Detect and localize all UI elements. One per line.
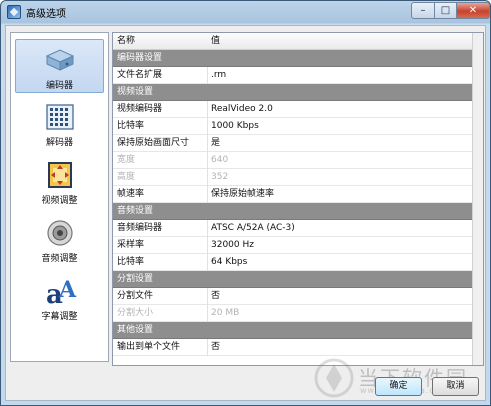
column-divider [207,305,208,322]
property-name: 采样率 [117,240,145,250]
property-row[interactable]: 文件名扩展 .rm [113,67,473,84]
group-header-row: 编码器设置 [113,50,473,67]
column-header-value[interactable]: 值 [211,33,220,50]
column-divider [207,169,208,186]
group-header-row: 分割设置 [113,271,473,288]
group-header-row: 音频设置 [113,203,473,220]
subtitle-adjust-icon: a A [46,277,77,307]
group-header-row: 视频设置 [113,84,473,101]
property-value[interactable]: RealVideo 2.0 [211,101,273,118]
ok-button[interactable]: 确定 [375,377,422,396]
video-adjust-icon [47,162,72,188]
group-label: 音频设置 [117,206,154,216]
group-label: 分割设置 [117,274,154,284]
category-sidebar: 编码器 解码器 视频调整 音频调整 a A 字幕调整 [10,32,109,362]
group-header-row: 其他设置 [113,322,473,339]
property-value[interactable]: 保持原始帧速率 [211,186,274,203]
property-value: 352 [211,172,229,182]
property-name: 分割文件 [117,291,154,301]
property-row[interactable]: 帧速率 保持原始帧速率 [113,186,473,203]
property-row[interactable]: 音频编码器 ATSC A/52A (AC-3) [113,220,473,237]
table-header-row: 名称 值 [113,33,473,50]
property-row[interactable]: 视频编码器 RealVideo 2.0 [113,101,473,118]
property-row[interactable]: 比特率 64 Kbps [113,254,473,271]
title-bar[interactable]: 高级选项 – □ ✕ [1,1,490,23]
column-divider [207,220,208,237]
property-value[interactable]: 否 [211,288,220,305]
property-grid: 名称值编码器设置 文件名扩展 .rm 视频设置 视频编码器 RealVideo 2.0 比特… [112,32,484,366]
group-label: 其他设置 [117,325,154,335]
property-value: 640 [211,155,229,165]
column-divider [207,152,208,169]
sidebar-item-encoder[interactable]: 编码器 [15,39,104,93]
encoder-icon [45,49,74,71]
property-name: 输出到单个文件 [117,342,181,352]
column-divider [207,118,208,135]
property-value[interactable]: ATSC A/52A (AC-3) [211,220,295,237]
property-name: 保持原始画面尺寸 [117,138,190,148]
column-divider [207,186,208,203]
property-name: 文件名扩展 [117,70,163,80]
sidebar-item-audio-adjust[interactable]: 音频调整 [15,213,104,267]
sidebar-item-subtitle-adjust[interactable]: a A 字幕调整 [15,271,104,325]
property-row[interactable]: 采样率 32000 Hz [113,237,473,254]
property-value[interactable]: 是 [211,135,220,152]
vertical-scrollbar[interactable] [472,33,483,365]
property-row[interactable]: 输出到单个文件 否 [113,339,473,356]
property-value[interactable]: 1000 Kbps [211,118,259,135]
sidebar-item-label: 音频调整 [41,254,78,264]
property-name: 高度 [117,172,136,182]
group-label: 编码器设置 [117,53,163,63]
property-row: 宽度 640 [113,152,473,169]
advanced-options-window: 高级选项 – □ ✕ 编码器 解码器 视频调整 音频调整 a A 字幕调整 名称… [0,0,491,406]
group-label: 视频设置 [117,87,154,97]
column-divider [207,135,208,152]
property-value[interactable]: 32000 Hz [211,237,254,254]
property-row[interactable]: 保持原始画面尺寸 是 [113,135,473,152]
property-value[interactable]: .rm [211,67,226,84]
property-name: 音频编码器 [117,223,163,233]
property-row: 分割大小 20 MB [113,305,473,322]
property-row: 高度 352 [113,169,473,186]
column-header-name[interactable]: 名称 [117,33,135,50]
app-icon [7,5,21,19]
property-name: 宽度 [117,155,136,165]
property-value[interactable]: 否 [211,339,220,356]
decoder-icon [45,104,74,130]
sidebar-item-label: 字幕调整 [41,312,78,322]
window-title: 高级选项 [26,9,66,20]
sidebar-item-label: 视频调整 [41,196,78,206]
column-divider [207,339,208,356]
sidebar-item-label: 编码器 [45,81,73,91]
column-divider [207,237,208,254]
audio-adjust-icon [46,220,73,246]
property-name: 视频编码器 [117,104,163,114]
property-row[interactable]: 比特率 1000 Kbps [113,118,473,135]
sidebar-item-video-adjust[interactable]: 视频调整 [15,155,104,209]
sidebar-item-label: 解码器 [45,138,73,148]
sidebar-item-decoder[interactable]: 解码器 [15,97,104,151]
property-name: 帧速率 [117,189,145,199]
column-divider [207,67,208,84]
property-row[interactable]: 分割文件 否 [113,288,473,305]
property-name: 比特率 [117,257,145,267]
close-button[interactable]: ✕ [456,2,490,19]
column-divider [207,254,208,271]
property-name: 比特率 [117,121,145,131]
property-value[interactable]: 64 Kbps [211,254,247,271]
svg-text:A: A [58,277,77,303]
column-divider [207,101,208,118]
maximize-button[interactable]: □ [434,2,457,19]
dialog-body: 编码器 解码器 视频调整 音频调整 a A 字幕调整 名称 值 编码器设置 文件… [5,25,486,401]
cancel-button[interactable]: 取消 [432,377,479,396]
minimize-button[interactable]: – [411,2,435,19]
property-value: 20 MB [211,308,240,318]
property-name: 分割大小 [117,308,154,318]
column-divider [207,288,208,305]
